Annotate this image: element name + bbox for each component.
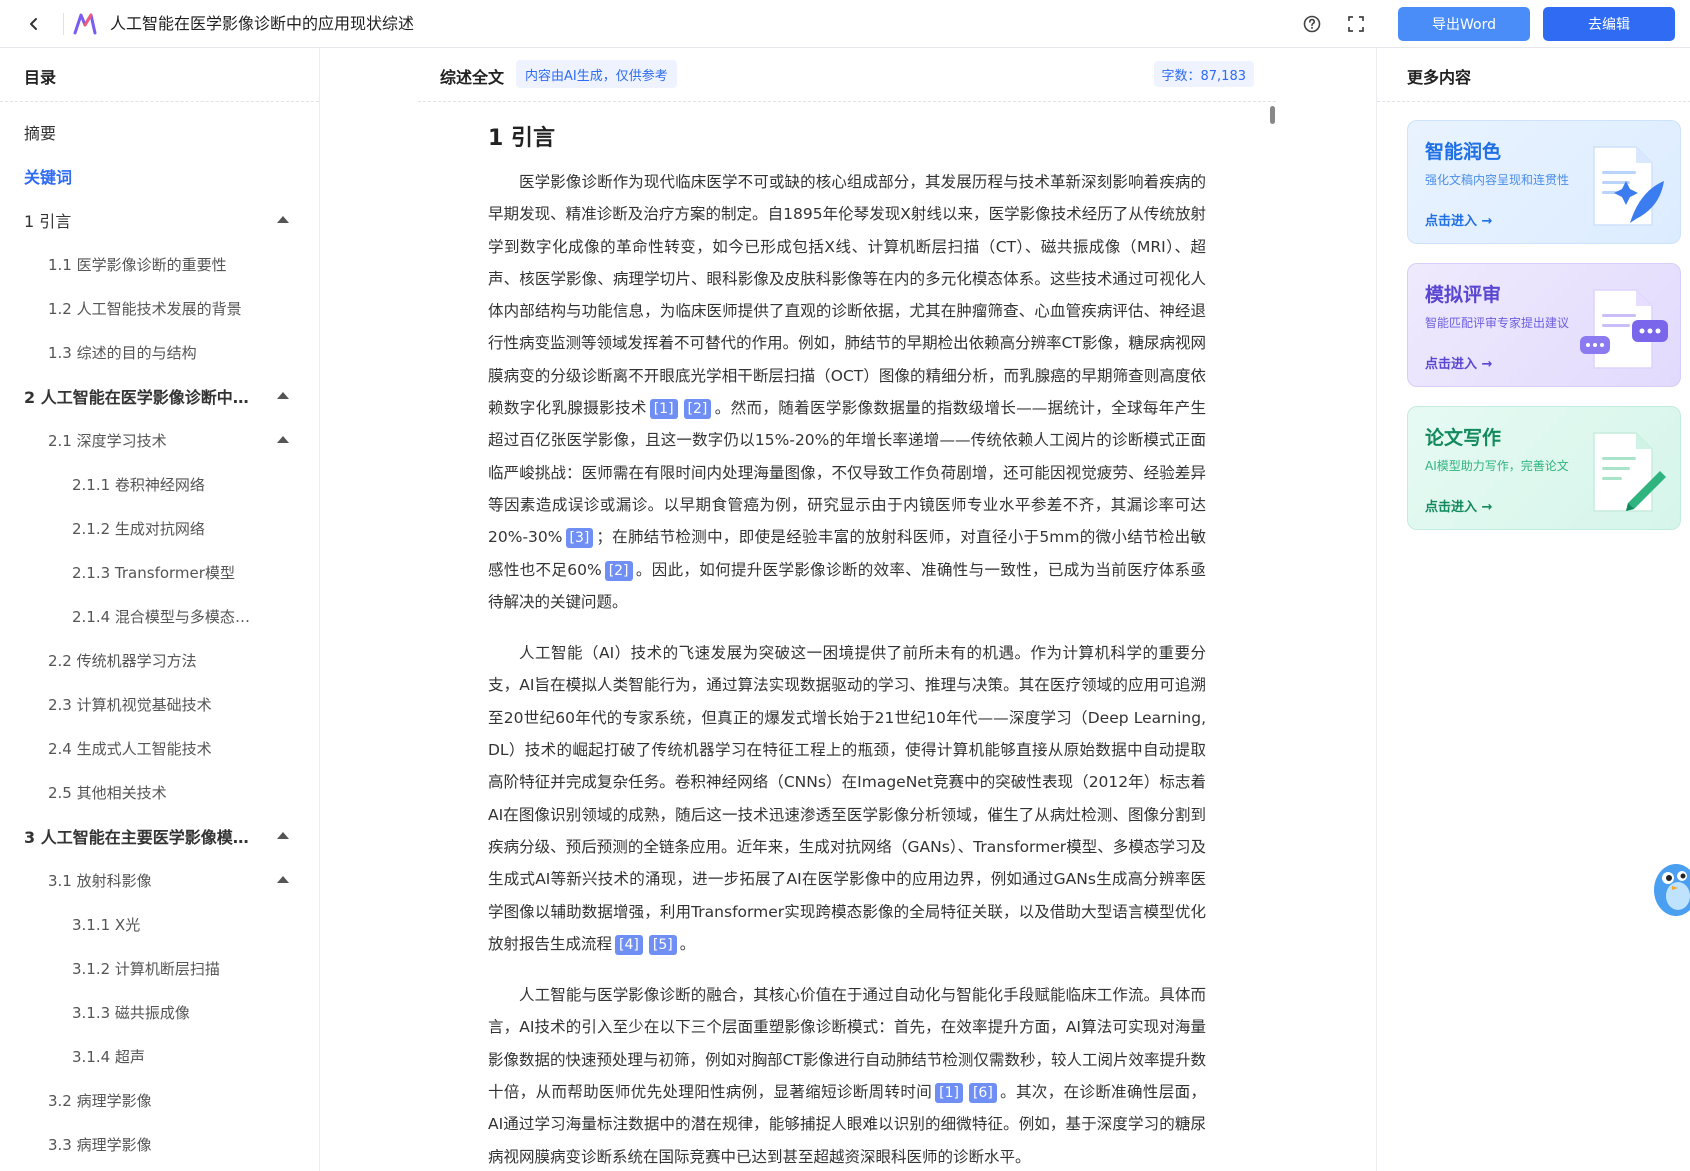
toc-item-abstract[interactable]: 摘要 [0, 110, 319, 154]
card-link[interactable]: 点击进入 → [1425, 496, 1492, 515]
article-body: 1 引言 医学影像诊断作为现代临床医学不可或缺的核心组成部分，其发展历程与技术革… [488, 122, 1206, 1171]
toc-item-3-2[interactable]: 3.2 病理学影像 [0, 1078, 319, 1122]
toc-item-1-2[interactable]: 1.2 人工智能技术发展的背景 [0, 286, 319, 330]
card-subtitle: 智能匹配评审专家提出建议 [1425, 316, 1570, 330]
document-quill-icon [1580, 141, 1670, 231]
citation-link[interactable]: [2] [604, 560, 633, 581]
collapse-caret-icon[interactable] [277, 216, 289, 223]
collapse-caret-icon[interactable] [277, 876, 289, 883]
more-content-title: 更多内容 [1407, 68, 1472, 87]
toc-item-2-4[interactable]: 2.4 生成式人工智能技术 [0, 726, 319, 770]
toc-item-2-1-2[interactable]: 2.1.2 生成对抗网络 [0, 506, 319, 550]
article-panel[interactable]: 1 引言 医学影像诊断作为现代临床医学不可或缺的核心组成部分，其发展历程与技术革… [418, 102, 1276, 1171]
citation-link[interactable]: [3] [565, 528, 594, 549]
review-card[interactable]: 模拟评审 智能匹配评审专家提出建议 点击进入 → [1407, 263, 1681, 387]
card-subtitle: 强化文稿内容呈现和连贯性 [1425, 173, 1570, 187]
toc-item-section-2[interactable]: 2 人工智能在医学影像诊断中的关键技术 [0, 374, 319, 418]
header-divider [63, 13, 64, 35]
card-title: 论文写作 [1425, 427, 1502, 449]
word-count-badge: 字数：87,183 [1153, 61, 1254, 87]
collapse-caret-icon[interactable] [277, 832, 289, 839]
document-title: 人工智能在医学影像诊断中的应用现状综述 [110, 14, 415, 33]
export-word-button[interactable]: 导出Word [1398, 7, 1530, 41]
assistant-mascot-icon[interactable] [1652, 856, 1690, 922]
paragraph-2: 人工智能（AI）技术的飞速发展为突破这一困境提供了前所未有的机遇。作为计算机科学… [488, 644, 1206, 955]
card-title: 模拟评审 [1425, 284, 1502, 306]
toc-item-3-1-4[interactable]: 3.1.4 超声 [0, 1034, 319, 1078]
toc-item-2-2[interactable]: 2.2 传统机器学习方法 [0, 638, 319, 682]
citation-link[interactable]: [6] [968, 1083, 997, 1104]
card-link[interactable]: 点击进入 → [1425, 210, 1492, 229]
back-arrow-icon[interactable] [22, 12, 46, 36]
toc-item-section-3[interactable]: 3 人工智能在主要医学影像模态中的应用 [0, 814, 319, 858]
citation-link[interactable]: [5] [648, 934, 677, 955]
citation-link[interactable]: [1] [935, 1083, 963, 1104]
toc-item-3-1-2[interactable]: 3.1.2 计算机断层扫描 [0, 946, 319, 990]
toc-item-1-3[interactable]: 1.3 综述的目的与结构 [0, 330, 319, 374]
toc-item-introduction[interactable]: 1 引言 [0, 198, 319, 242]
paragraph-3: 人工智能与医学影像诊断的融合，其核心价值在于通过自动化与智能化手段赋能临床工作流… [488, 986, 1206, 1166]
citation-link[interactable]: [4] [615, 934, 643, 955]
collapse-caret-icon[interactable] [277, 436, 289, 443]
toc-divider [0, 101, 319, 102]
card-link[interactable]: 点击进入 → [1425, 353, 1492, 372]
toc-item-3-1-3[interactable]: 3.1.3 磁共振成像 [0, 990, 319, 1034]
card-subtitle: AI模型助力写作，完善论文 [1425, 459, 1569, 473]
section-title: 1 引言 [488, 126, 555, 151]
toc-item-3-1-1[interactable]: 3.1.1 X光 [0, 902, 319, 946]
toc-item-2-1[interactable]: 2.1 深度学习技术 [0, 418, 319, 462]
chat-bubbles-icon [1580, 284, 1670, 374]
toc-item-3-1[interactable]: 3.1 放射科影像 [0, 858, 319, 902]
scrollbar-thumb[interactable] [1270, 106, 1275, 124]
toc-item-2-1-4[interactable]: 2.1.4 混合模型与多模态融合 [0, 594, 319, 638]
right-divider [1377, 101, 1690, 102]
toc-item-2-3[interactable]: 2.3 计算机视觉基础技术 [0, 682, 319, 726]
edit-button[interactable]: 去编辑 [1543, 7, 1675, 41]
writing-card[interactable]: 论文写作 AI模型助力写作，完善论文 点击进入 → [1407, 406, 1681, 530]
toc-item-2-5[interactable]: 2.5 其他相关技术 [0, 770, 319, 814]
paragraph-1: 医学影像诊断作为现代临床医学不可或缺的核心组成部分，其发展历程与技术革新深刻影响… [488, 173, 1206, 611]
top-bar: 人工智能在医学影像诊断中的应用现状综述 导出Word 去编辑 [0, 0, 1690, 48]
toc-item-2-1-1[interactable]: 2.1.1 卷积神经网络 [0, 462, 319, 506]
app-logo-icon [72, 11, 98, 37]
citation-link[interactable]: [1] [649, 399, 678, 420]
polish-card[interactable]: 智能润色 强化文稿内容呈现和连贯性 点击进入 → [1407, 120, 1681, 244]
content-toolbar: 综述全文 内容由AI生成，仅供参考 字数：87,183 [418, 48, 1276, 102]
ai-generated-badge: 内容由AI生成，仅供参考 [516, 60, 677, 88]
content-label: 综述全文 [440, 68, 505, 87]
document-pen-icon [1580, 427, 1670, 517]
table-of-contents: 目录 摘要 关键词 1 引言 1.1 医学影像诊断的重要性 1.2 人工智能技术… [0, 48, 320, 1171]
citation-link[interactable]: [2] [683, 399, 712, 420]
toc-title: 目录 [24, 68, 57, 87]
help-icon[interactable] [1302, 14, 1322, 34]
toc-list: 摘要 关键词 1 引言 1.1 医学影像诊断的重要性 1.2 人工智能技术发展的… [0, 110, 319, 1166]
toc-item-1-1[interactable]: 1.1 医学影像诊断的重要性 [0, 242, 319, 286]
toc-item-keywords[interactable]: 关键词 [0, 154, 319, 198]
more-content-panel: 更多内容 智能润色 强化文稿内容呈现和连贯性 点击进入 → 模拟评审 智能匹配评… [1376, 48, 1690, 1171]
toc-item-2-1-3[interactable]: 2.1.3 Transformer模型 [0, 550, 319, 594]
card-title: 智能润色 [1425, 141, 1502, 163]
collapse-caret-icon[interactable] [277, 392, 289, 399]
fullscreen-icon[interactable] [1346, 14, 1366, 34]
toc-item-3-3[interactable]: 3.3 病理学影像 [0, 1122, 319, 1166]
